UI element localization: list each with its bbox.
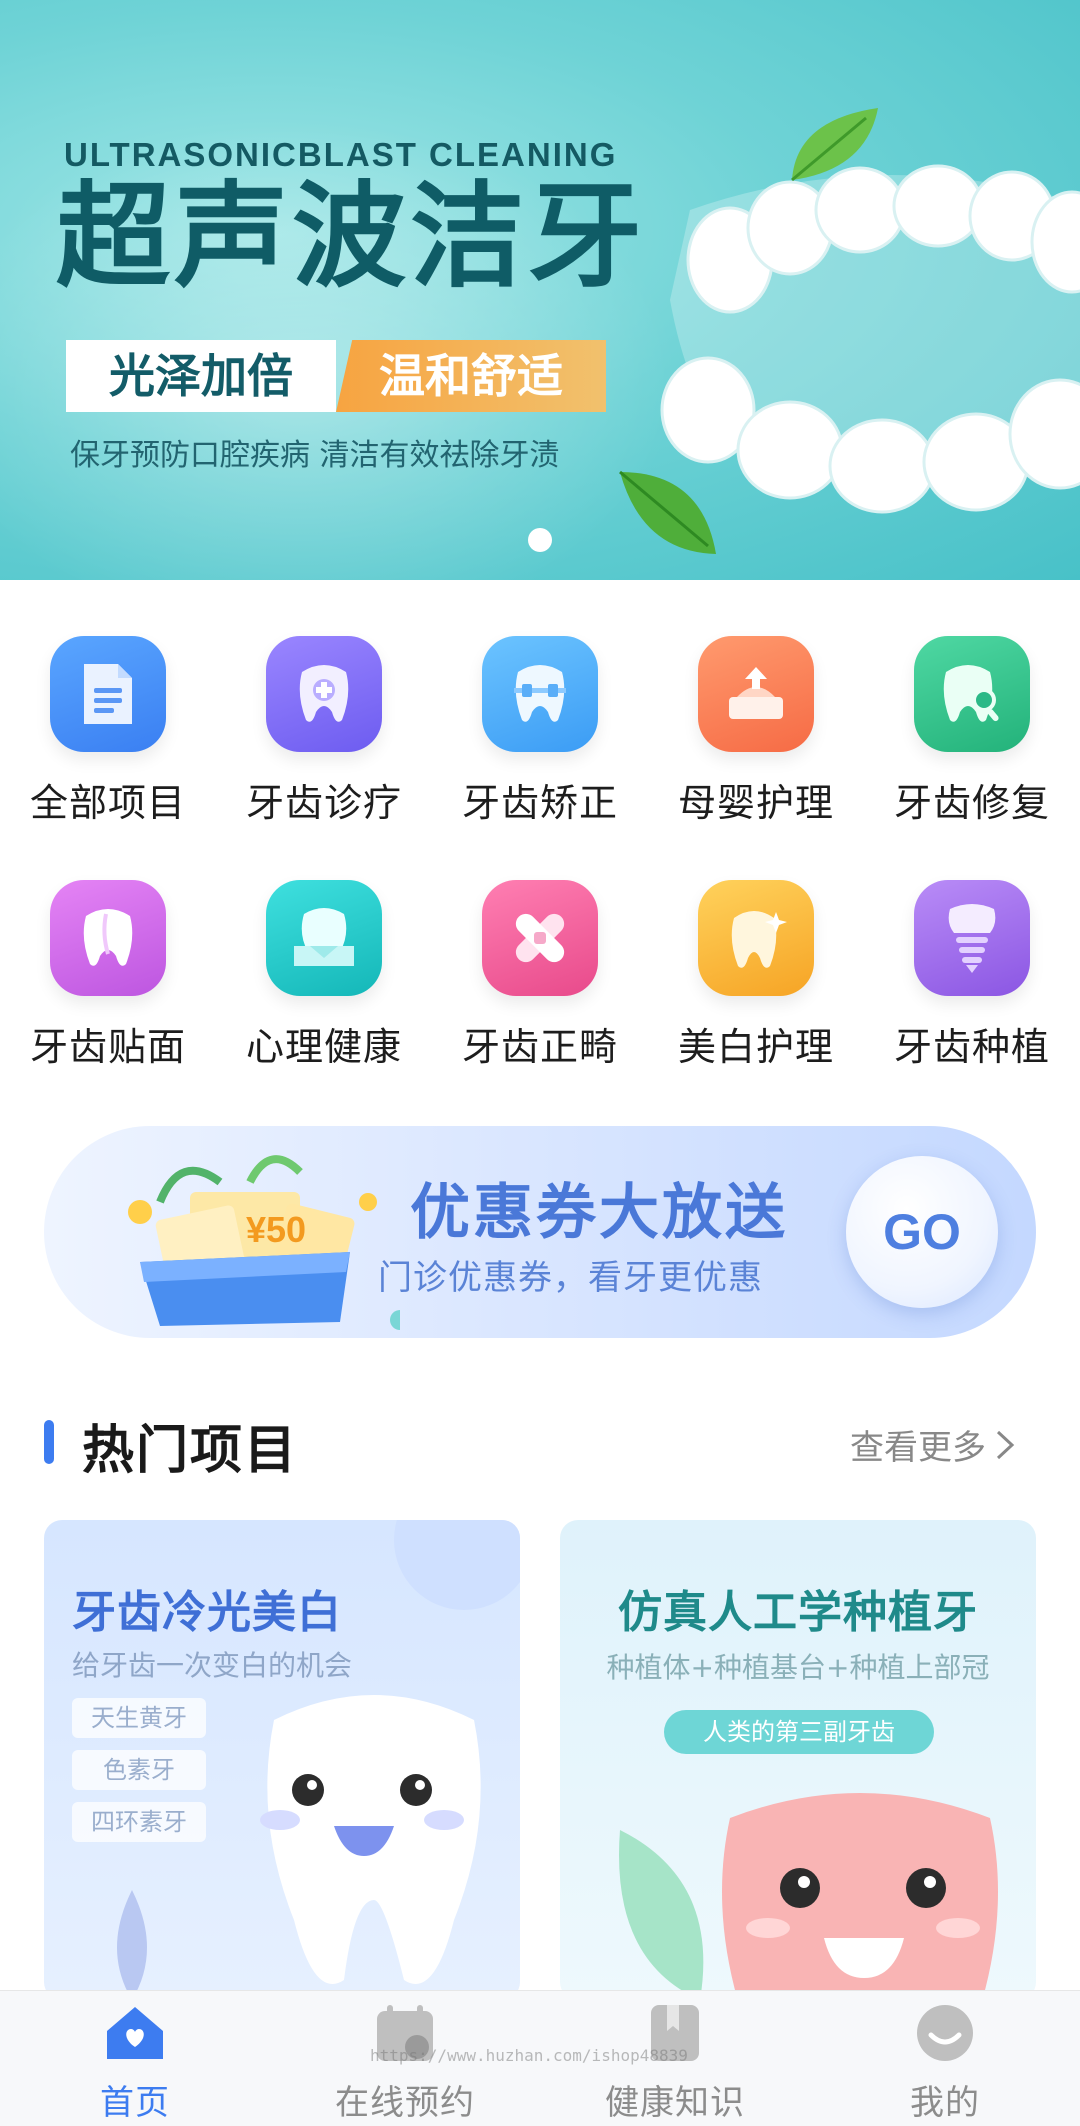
mint-leaf-icon xyxy=(791,108,878,182)
watermark-text: https://www.huzhan.com/ishop48839 xyxy=(370,2046,688,2065)
tab-label: 健康知识 xyxy=(605,2083,745,2123)
category-correction[interactable]: 牙齿正畸 xyxy=(432,874,648,1074)
tab-label: 我的 xyxy=(910,2083,980,2123)
category-orthodontics[interactable]: 牙齿矫正 xyxy=(432,630,648,830)
carousel-indicator[interactable] xyxy=(528,528,552,552)
category-label: 牙齿种植 xyxy=(893,1025,1050,1069)
card-tag: 天生黄牙 xyxy=(72,1698,206,1738)
card-subtitle: 给牙齿一次变白的机会 xyxy=(72,1649,353,1682)
profile-icon xyxy=(917,2005,973,2061)
card-badge: 人类的第三副牙齿 xyxy=(664,1710,934,1754)
document-icon xyxy=(50,636,166,752)
card-tag: 色素牙 xyxy=(72,1750,206,1790)
category-label: 母婴护理 xyxy=(677,781,834,825)
category-label: 牙齿诊疗 xyxy=(245,781,402,825)
category-mental-health[interactable]: 心理健康 xyxy=(216,874,432,1074)
tooth-plus-icon xyxy=(266,636,382,752)
tooth-braces-icon xyxy=(482,636,598,752)
gift-box-icon: ¥50 xyxy=(128,1155,400,1330)
coupon-description: 门诊优惠券，看牙更优惠 xyxy=(378,1258,763,1298)
tooth-mascot-icon xyxy=(260,1695,481,1984)
tooth-icon xyxy=(50,880,166,996)
gift-amount: ¥50 xyxy=(246,1209,306,1250)
project-card-implant[interactable]: 仿真人工学种植牙 种植体+种植基台+种植上部冠 人类的第三副牙齿 xyxy=(560,1520,1036,2000)
section-accent-bar xyxy=(44,1420,54,1464)
card-title: 仿真人工学种植牙 xyxy=(618,1587,978,1638)
bandage-icon xyxy=(482,880,598,996)
view-more-label: 查看更多 xyxy=(850,1428,986,1468)
implant-icon xyxy=(914,880,1030,996)
category-treatment[interactable]: 牙齿诊疗 xyxy=(216,630,432,830)
banner-tags: 光泽加倍 温和舒适 xyxy=(66,340,606,412)
decor-circle xyxy=(394,1520,520,1610)
tooth-mascot-icon xyxy=(722,1793,998,2000)
category-label: 牙齿贴面 xyxy=(29,1025,186,1069)
category-implant[interactable]: 牙齿种植 xyxy=(864,874,1080,1074)
category-label: 心理健康 xyxy=(245,1025,402,1069)
category-whitening[interactable]: 美白护理 xyxy=(648,874,864,1074)
mint-leaf-icon xyxy=(619,470,716,554)
baby-care-icon xyxy=(698,636,814,752)
category-label: 牙齿矫正 xyxy=(461,781,618,825)
coupon-banner[interactable]: ¥50 优惠券大放送 门诊优惠券，看牙更优惠 GO xyxy=(44,1126,1036,1338)
chevron-right-icon xyxy=(996,1430,1015,1459)
category-label: 牙齿正畸 xyxy=(461,1025,618,1069)
tab-home[interactable]: 首页 xyxy=(0,1991,270,2126)
view-more-link[interactable]: 查看更多 xyxy=(850,1420,1016,1469)
tooth-sparkle-icon xyxy=(698,880,814,996)
home-icon xyxy=(107,2007,163,2059)
tab-label: 在线预约 xyxy=(335,2083,475,2123)
tooth-search-icon xyxy=(914,636,1030,752)
banner-subtitle: 保牙预防口腔疾病 清洁有效祛除牙渍 xyxy=(70,438,560,473)
banner-english-title: ULTRASONICBLAST CLEANING xyxy=(64,136,618,173)
card-tag: 四环素牙 xyxy=(72,1802,206,1842)
category-label: 美白护理 xyxy=(677,1025,834,1069)
tab-label: 首页 xyxy=(100,2083,170,2123)
category-all[interactable]: 全部项目 xyxy=(0,630,216,830)
promo-banner[interactable]: ULTRASONICBLAST CLEANING 超声波洁牙 光泽加倍 温和舒适… xyxy=(0,0,1080,580)
tooth-heart-icon xyxy=(266,880,382,996)
project-card-whitening[interactable]: 牙齿冷光美白 给牙齿一次变白的机会 天生黄牙 色素牙 四环素牙 xyxy=(44,1520,520,2000)
category-label: 牙齿修复 xyxy=(893,781,1050,825)
go-button[interactable]: GO xyxy=(846,1156,998,1308)
banner-tag-left: 光泽加倍 xyxy=(66,340,336,412)
leaf-decor-icon xyxy=(117,1890,147,2000)
coupon-title: 优惠券大放送 xyxy=(410,1178,788,1248)
card-title: 牙齿冷光美白 xyxy=(72,1587,342,1638)
category-maternal[interactable]: 母婴护理 xyxy=(648,630,864,830)
tab-profile[interactable]: 我的 xyxy=(810,1991,1080,2126)
category-veneers[interactable]: 牙齿贴面 xyxy=(0,874,216,1074)
section-title: 热门项目 xyxy=(82,1421,299,1481)
banner-title: 超声波洁牙 xyxy=(56,170,647,303)
hot-section-header: 热门项目 查看更多 xyxy=(0,1400,1080,1481)
banner-tag-right: 温和舒适 xyxy=(336,340,606,412)
category-label: 全部项目 xyxy=(29,781,186,825)
category-restoration[interactable]: 牙齿修复 xyxy=(864,630,1080,830)
card-subtitle: 种植体+种植基台+种植上部冠 xyxy=(606,1651,990,1684)
